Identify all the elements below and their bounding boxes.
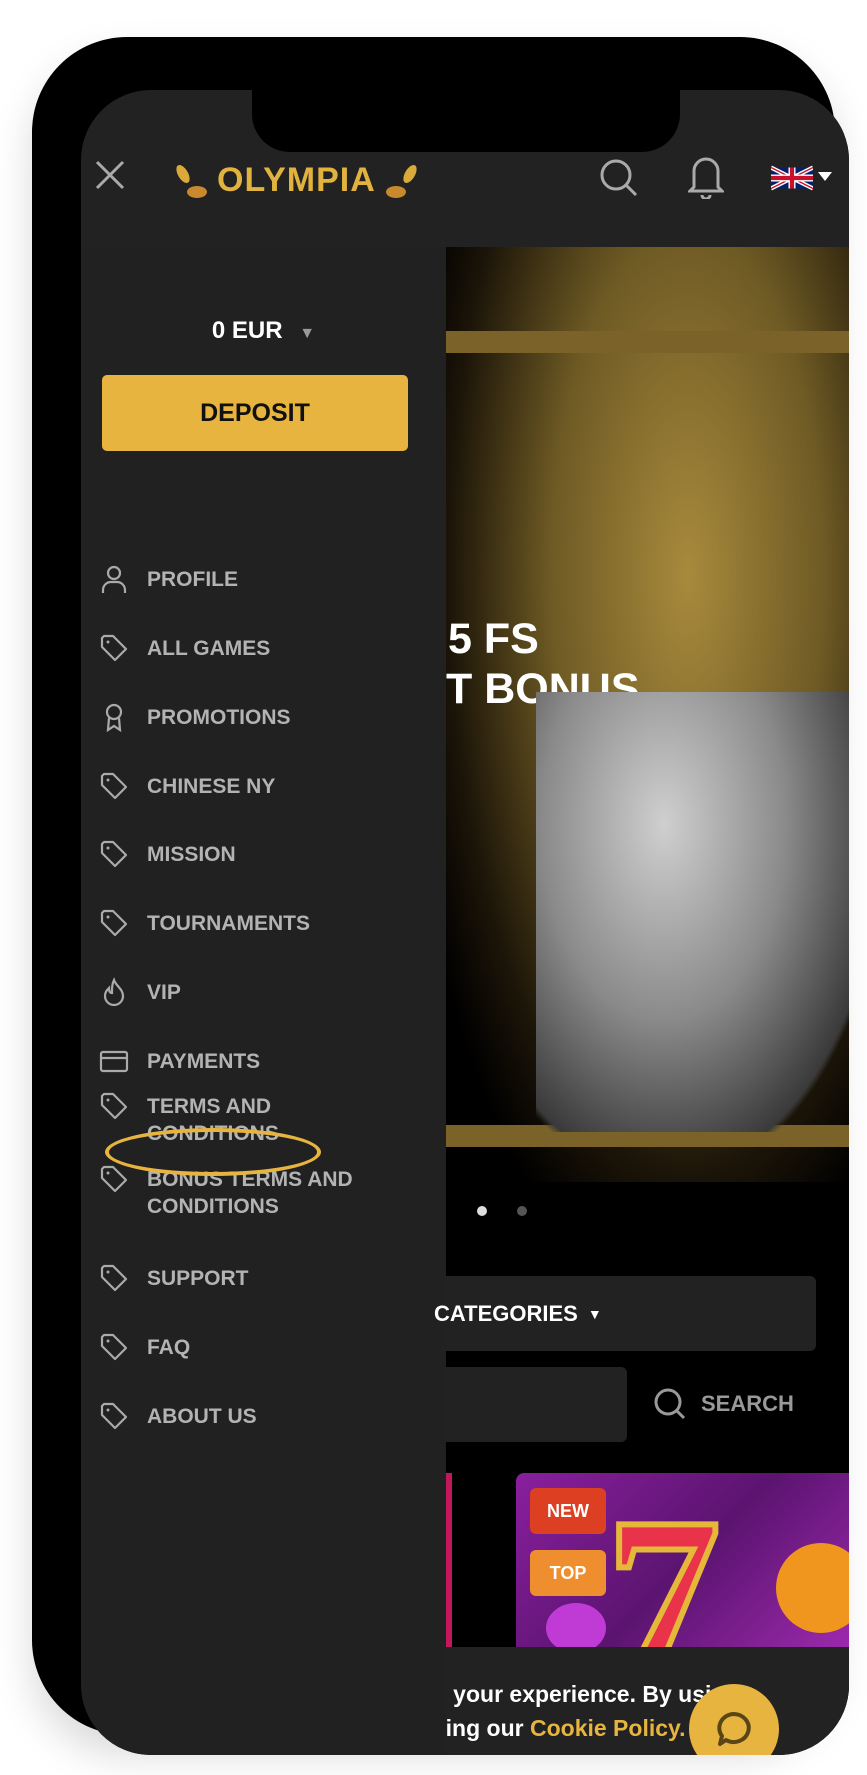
tag-icon — [100, 1333, 128, 1361]
main-content: 5 FS T BONUS CATEGORIES ▼ SEARCH 7 NEW TO… — [434, 247, 849, 1755]
cookie-text-line2: ting our — [446, 1715, 530, 1741]
card-icon — [99, 1050, 129, 1073]
game-tile-partial[interactable] — [446, 1473, 452, 1648]
sidebar-item-all-games[interactable]: ALL GAMES — [99, 634, 271, 663]
tag-icon — [100, 1165, 128, 1193]
cookie-banner: e your experience. By usi ting our Cooki… — [446, 1647, 849, 1755]
sidebar-item-mission[interactable]: MISSION — [99, 840, 236, 869]
screen: OLYMPIA 0 EUR ▼ DEPOSIT PROFILE ALL GAMES… — [81, 90, 849, 1755]
carousel-dot-active[interactable] — [477, 1206, 487, 1216]
sidebar-item-label: SUPPORT — [147, 1267, 249, 1290]
top-badge: TOP — [530, 1550, 606, 1596]
sidebar-item-chinese-ny[interactable]: CHINESE NY — [99, 772, 276, 801]
user-icon — [101, 565, 127, 593]
grapes-image — [546, 1603, 606, 1648]
sidebar-item-label: FAQ — [147, 1336, 191, 1359]
sidebar-item-vip[interactable]: VIP — [99, 977, 181, 1007]
flame-icon — [103, 977, 125, 1007]
banner-frame-top — [446, 331, 849, 353]
award-icon — [105, 703, 123, 732]
search-button[interactable]: SEARCH — [653, 1387, 794, 1421]
sidebar-item-profile[interactable]: PROFILE — [99, 565, 239, 594]
search-icon — [654, 1388, 686, 1420]
new-badge: NEW — [530, 1488, 606, 1534]
uk-flag-icon[interactable] — [771, 163, 813, 193]
sidebar-item-label: MISSION — [147, 843, 236, 866]
orange-image — [776, 1543, 849, 1633]
logo[interactable]: OLYMPIA — [173, 160, 420, 200]
balance-selector[interactable]: 0 EUR ▼ — [81, 317, 446, 345]
statue-image — [536, 692, 849, 1132]
caret-down-icon: ▼ — [587, 1305, 602, 1322]
sidebar-item-faq[interactable]: FAQ — [99, 1333, 191, 1362]
sidebar-item-label: PROFILE — [147, 568, 239, 591]
chat-bubble-icon — [717, 1712, 751, 1746]
close-icon[interactable] — [95, 160, 125, 190]
tag-icon — [100, 1092, 128, 1120]
sidebar-item-label: PROMOTIONS — [147, 706, 291, 729]
sidebar-item-label: VIP — [147, 981, 181, 1004]
cookie-text-line1: e your experience. By usi — [446, 1681, 712, 1707]
promo-banner[interactable]: 5 FS T BONUS — [446, 247, 849, 1216]
tag-icon — [100, 1264, 128, 1292]
payments-highlight-ellipse — [105, 1128, 321, 1176]
tag-icon — [100, 1402, 128, 1430]
sidebar-item-support[interactable]: SUPPORT — [99, 1264, 249, 1293]
notch — [252, 90, 680, 152]
search-icon[interactable] — [598, 157, 640, 199]
bell-icon[interactable] — [688, 153, 724, 199]
sidebar-item-label: PAYMENTS — [147, 1050, 261, 1073]
sidebar-menu: 0 EUR ▼ DEPOSIT PROFILE ALL GAMES PROMOTIO… — [81, 247, 446, 1755]
deposit-button[interactable]: DEPOSIT — [102, 375, 408, 451]
cookie-policy-link[interactable]: Cookie Policy. — [530, 1715, 686, 1741]
sidebar-item-payments[interactable]: PAYMENTS — [99, 1048, 260, 1076]
sidebar-item-label: ALL GAMES — [147, 637, 271, 660]
tag-icon — [100, 772, 128, 800]
sidebar-item-label: ABOUT US — [147, 1405, 257, 1428]
laurel-right-icon — [385, 164, 417, 198]
game-search-input[interactable] — [446, 1367, 627, 1442]
categories-dropdown[interactable]: CATEGORIES ▼ — [434, 1276, 816, 1351]
tag-icon — [100, 909, 128, 937]
sidebar-item-label: TOURNAMENTS — [147, 912, 310, 935]
sidebar-item-tournaments[interactable]: TOURNAMENTS — [99, 909, 310, 938]
language-dropdown-icon[interactable] — [818, 172, 832, 182]
game-tile[interactable]: 7 NEW TOP — [516, 1473, 849, 1648]
sidebar-item-about-us[interactable]: ABOUT US — [99, 1402, 257, 1431]
sidebar-item-label: CHINESE NY — [147, 775, 276, 798]
phone-frame: OLYMPIA 0 EUR ▼ DEPOSIT PROFILE ALL GAMES… — [32, 37, 849, 1755]
sidebar-item-promotions[interactable]: PROMOTIONS — [99, 703, 291, 732]
tag-icon — [100, 840, 128, 868]
carousel-dot[interactable] — [517, 1206, 527, 1216]
seven-symbol-image: 7 — [603, 1473, 724, 1649]
laurel-left-icon — [176, 164, 207, 198]
tag-icon — [100, 634, 128, 662]
caret-down-icon: ▼ — [299, 325, 316, 342]
banner-title-line1: 5 FS — [448, 615, 539, 663]
